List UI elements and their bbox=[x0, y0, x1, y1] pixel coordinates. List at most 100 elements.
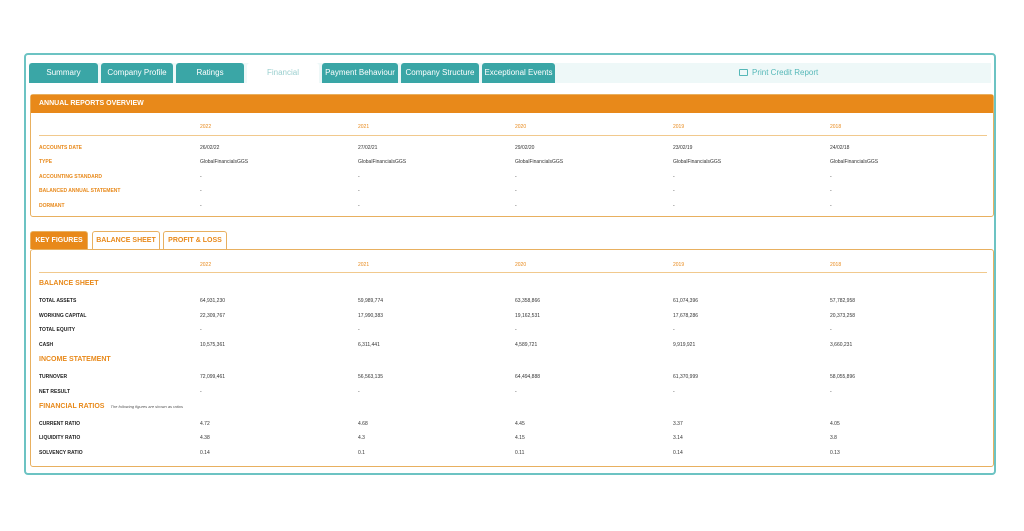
figure-cell: 59,989,774 bbox=[358, 298, 384, 304]
figure-cell: 9,919,921 bbox=[673, 342, 696, 348]
figure-cell: 61,074,396 bbox=[673, 298, 699, 304]
overview-year: 2019 bbox=[673, 124, 685, 130]
figure-cell: 4.72 bbox=[200, 421, 210, 427]
row-label-turnover: TURNOVER bbox=[39, 374, 68, 380]
key-figures-panel: 2022 2021 2020 2019 2018 BALANCE SHEET T… bbox=[30, 249, 994, 467]
overview-cell: - bbox=[830, 174, 832, 180]
row-label-liquidity-ratio: LIQUIDITY RATIO bbox=[39, 435, 81, 441]
figure-cell: - bbox=[830, 389, 832, 395]
key-figures-year: 2021 bbox=[358, 262, 370, 268]
figure-cell: - bbox=[673, 327, 675, 333]
overview-cell: - bbox=[200, 203, 202, 209]
figure-cell: - bbox=[515, 389, 517, 395]
figure-cell: 3.8 bbox=[830, 435, 837, 441]
tab-balance-sheet[interactable]: BALANCE SHEET bbox=[92, 231, 160, 249]
row-label-accounts-date: ACCOUNTS DATE bbox=[39, 145, 82, 151]
overview-cell: - bbox=[515, 203, 517, 209]
printer-icon bbox=[739, 69, 748, 76]
tab-profit-loss[interactable]: PROFIT & LOSS bbox=[163, 231, 227, 249]
report-frame: Summary Company Profile Ratings Financia… bbox=[24, 53, 996, 475]
overview-year: 2018 bbox=[830, 124, 842, 130]
overview-cell: - bbox=[673, 203, 675, 209]
overview-cell: - bbox=[200, 174, 202, 180]
financial-ratios-title: FINANCIAL RATIOS bbox=[39, 403, 105, 410]
figure-cell: 17,678,286 bbox=[673, 313, 699, 319]
figure-cell: - bbox=[200, 327, 202, 333]
overview-cell: 24/02/18 bbox=[830, 145, 850, 151]
ratios-note: The following figures are shown as ratio… bbox=[110, 404, 183, 409]
figure-cell: - bbox=[830, 327, 832, 333]
divider bbox=[39, 272, 987, 273]
figure-cell: 3.37 bbox=[673, 421, 683, 427]
row-label-dormant: DORMANT bbox=[39, 203, 65, 209]
figure-cell: 4.05 bbox=[830, 421, 840, 427]
figure-cell: 0.14 bbox=[200, 450, 210, 456]
figure-cell: 3.14 bbox=[673, 435, 683, 441]
key-figures-year: 2022 bbox=[200, 262, 212, 268]
tab-company-structure[interactable]: Company Structure bbox=[401, 63, 479, 83]
overview-cell: - bbox=[673, 188, 675, 194]
overview-cell: 23/02/19 bbox=[673, 145, 693, 151]
tab-summary[interactable]: Summary bbox=[29, 63, 98, 83]
overview-cell: GlobalFinancialsGGS bbox=[830, 159, 879, 165]
figure-cell: 63,358,866 bbox=[515, 298, 541, 304]
tab-ratings[interactable]: Ratings bbox=[176, 63, 244, 83]
row-label-net-result: NET RESULT bbox=[39, 389, 71, 395]
figure-cell: 3,660,231 bbox=[830, 342, 853, 348]
overview-year: 2020 bbox=[515, 124, 527, 130]
figure-cell: 0.11 bbox=[515, 450, 525, 456]
overview-cell: - bbox=[358, 188, 360, 194]
print-label: Print Credit Report bbox=[752, 68, 819, 77]
tab-exceptional-events[interactable]: Exceptional Events bbox=[482, 63, 555, 83]
tab-key-figures[interactable]: KEY FIGURES bbox=[30, 231, 88, 249]
overview-cell: - bbox=[830, 188, 832, 194]
overview-cell: - bbox=[515, 188, 517, 194]
figure-cell: - bbox=[673, 389, 675, 395]
figure-cell: 58,055,896 bbox=[830, 374, 856, 380]
tab-financial[interactable]: Financial bbox=[247, 63, 319, 83]
row-label-working-capital: WORKING CAPITAL bbox=[39, 313, 87, 319]
overview-cell: GlobalFinancialsGGS bbox=[200, 159, 249, 165]
tab-payment-behaviour[interactable]: Payment Behaviour bbox=[322, 63, 398, 83]
figure-cell: 4,589,721 bbox=[515, 342, 538, 348]
figure-cell: 6,311,441 bbox=[358, 342, 380, 348]
figure-cell: 57,782,958 bbox=[830, 298, 856, 304]
main-tab-bar: Summary Company Profile Ratings Financia… bbox=[29, 63, 991, 83]
overview-cell: GlobalFinancialsGGS bbox=[515, 159, 564, 165]
figure-cell: 64,494,888 bbox=[515, 374, 541, 380]
figure-cell: 22,309,767 bbox=[200, 313, 226, 319]
figure-cell: 0.14 bbox=[673, 450, 683, 456]
print-credit-report-button[interactable]: Print Credit Report bbox=[739, 63, 818, 83]
figure-cell: 4.38 bbox=[200, 435, 210, 441]
row-label-total-equity: TOTAL EQUITY bbox=[39, 327, 76, 333]
figure-cell: 61,370,999 bbox=[673, 374, 699, 380]
row-label-accounting-standard: ACCOUNTING STANDARD bbox=[39, 174, 102, 180]
figure-cell: - bbox=[200, 389, 202, 395]
overview-title: ANNUAL REPORTS OVERVIEW bbox=[31, 95, 993, 113]
figure-cell: 72,099,461 bbox=[200, 374, 226, 380]
row-label-solvency-ratio: SOLVENCY RATIO bbox=[39, 450, 83, 456]
overview-cell: 26/02/22 bbox=[200, 145, 220, 151]
overview-year: 2022 bbox=[200, 124, 212, 130]
key-figures-year: 2018 bbox=[830, 262, 842, 268]
figure-cell: 19,162,531 bbox=[515, 313, 541, 319]
overview-year: 2021 bbox=[358, 124, 370, 130]
overview-cell: - bbox=[515, 174, 517, 180]
row-label-balanced-annual-statement: BALANCED ANNUAL STATEMENT bbox=[39, 188, 121, 194]
figure-cell: 4.68 bbox=[358, 421, 368, 427]
figure-cell: - bbox=[358, 389, 360, 395]
overview-cell: GlobalFinancialsGGS bbox=[358, 159, 407, 165]
overview-cell: - bbox=[358, 174, 360, 180]
key-figures-year: 2020 bbox=[515, 262, 527, 268]
key-figures-year: 2019 bbox=[673, 262, 685, 268]
figure-cell: 10,575,361 bbox=[200, 342, 226, 348]
figure-cell: 4.3 bbox=[358, 435, 365, 441]
overview-cell: 27/02/21 bbox=[358, 145, 378, 151]
figure-cell: 56,563,135 bbox=[358, 374, 384, 380]
figure-cell: - bbox=[358, 327, 360, 333]
tab-company-profile[interactable]: Company Profile bbox=[101, 63, 173, 83]
figure-cell: 20,373,258 bbox=[830, 313, 856, 319]
figure-cell: 64,931,230 bbox=[200, 298, 226, 304]
overview-cell: - bbox=[358, 203, 360, 209]
overview-cell: - bbox=[830, 203, 832, 209]
